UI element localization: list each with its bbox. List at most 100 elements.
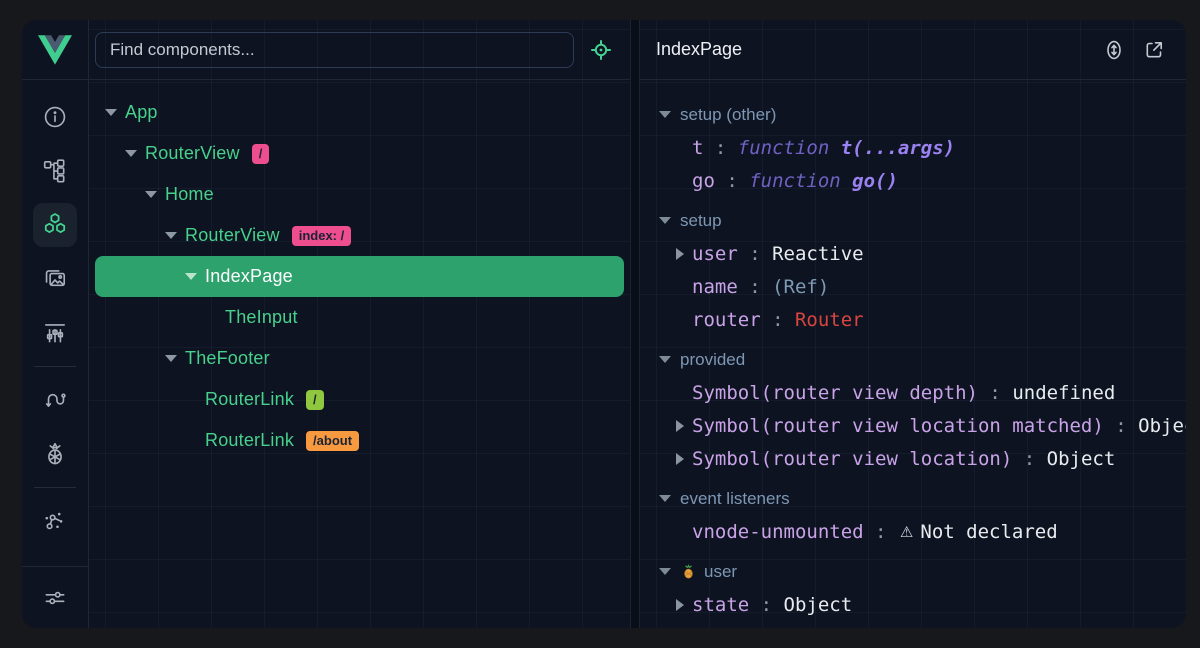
tree-row[interactable]: RouterView index: /: [89, 215, 630, 256]
state-value: Reactive: [772, 243, 864, 265]
timeline-mixer-icon[interactable]: [33, 311, 77, 355]
devtools-card: App RouterView / Home RouterView index: …: [22, 20, 1186, 628]
state-section-header[interactable]: setup (other): [640, 98, 1186, 131]
tree-row[interactable]: TheFooter: [89, 338, 630, 379]
state-value: function go(): [749, 170, 898, 192]
colon-separator: :: [1012, 448, 1046, 470]
vue-logo[interactable]: [22, 20, 88, 80]
colon-separator: :: [703, 137, 737, 159]
state-section-header[interactable]: provided: [640, 343, 1186, 376]
component-tree-panel: App RouterView / Home RouterView index: …: [89, 20, 631, 628]
colon-separator: :: [864, 521, 898, 543]
state-row[interactable]: name : (Ref): [640, 270, 1186, 303]
inspector-panel: IndexPage setup (other) t : function t(.…: [639, 20, 1186, 628]
graph-nodes-icon[interactable]: [33, 499, 77, 543]
state-section-header[interactable]: user: [640, 555, 1186, 588]
search-input[interactable]: [95, 32, 574, 68]
expand-toggle-icon[interactable]: [185, 435, 197, 447]
tree-row[interactable]: RouterLink /: [89, 379, 630, 420]
panel-splitter[interactable]: [631, 20, 639, 628]
info-icon[interactable]: [33, 95, 77, 139]
tree-row[interactable]: IndexPage: [95, 256, 624, 297]
state-row[interactable]: user : Reactive: [640, 237, 1186, 270]
settings-sliders-icon[interactable]: [22, 566, 88, 628]
inspector-header: IndexPage: [640, 20, 1186, 80]
chevron-down-icon: [659, 568, 671, 575]
colon-separator: :: [715, 170, 749, 192]
colon-separator: :: [738, 276, 772, 298]
state-key: Symbol(router view depth): [692, 382, 978, 404]
state-value: undefined: [1012, 382, 1115, 404]
tree-toolbar: [89, 20, 630, 80]
colon-separator: :: [978, 382, 1012, 404]
section-label: setup (other): [680, 105, 776, 125]
pinia-pineapple-icon[interactable]: [33, 432, 77, 476]
chevron-right-icon: [676, 420, 684, 432]
section-label: setup: [680, 211, 722, 231]
state-key: t: [692, 137, 703, 159]
expand-toggle-icon[interactable]: [205, 312, 217, 324]
state-row[interactable]: Symbol(router view depth) : undefined: [640, 376, 1186, 409]
component-tree: App RouterView / Home RouterView index: …: [89, 80, 630, 628]
chevron-down-icon: [659, 356, 671, 363]
component-name: TheFooter: [185, 348, 270, 369]
state-value: Not declared: [920, 521, 1057, 543]
component-name: TheInput: [225, 307, 298, 328]
chevron-right-icon: [676, 248, 684, 260]
chevron-right-icon: [676, 453, 684, 465]
tree-row[interactable]: Home: [89, 174, 630, 215]
tree-row[interactable]: TheInput: [89, 297, 630, 338]
colon-separator: :: [761, 309, 795, 331]
route-badge: /: [306, 390, 324, 410]
route-badge: /: [252, 144, 270, 164]
section-label: event listeners: [680, 489, 790, 509]
components-hexagons-icon[interactable]: [33, 203, 77, 247]
state-key: Symbol(router view location): [692, 448, 1012, 470]
state-row[interactable]: vnode-unmounted : ⚠ Not declared: [640, 515, 1186, 548]
expand-toggle-icon[interactable]: [125, 148, 137, 160]
route-badge: /about: [306, 431, 359, 451]
pineapple-icon: [680, 563, 697, 580]
state-key: router: [692, 309, 761, 331]
state-value: Object: [806, 627, 875, 629]
expand-toggle-icon[interactable]: [165, 353, 177, 365]
state-section-header[interactable]: event listeners: [640, 482, 1186, 515]
expand-toggle-icon[interactable]: [185, 394, 197, 406]
state-key: state: [692, 594, 749, 616]
component-name: RouterLink: [205, 389, 294, 410]
expand-toggle-icon[interactable]: [145, 189, 157, 201]
state-list: setup (other) t : function t(...args) go…: [640, 80, 1186, 628]
assets-images-icon[interactable]: [33, 257, 77, 301]
open-in-editor-icon[interactable]: [1142, 38, 1166, 62]
sidebar-divider: [34, 487, 76, 488]
state-row[interactable]: router : Router: [640, 303, 1186, 336]
warning-icon: ⚠: [900, 523, 913, 541]
chevron-right-icon: [676, 599, 684, 611]
tree-row[interactable]: RouterLink /about: [89, 420, 630, 461]
state-row[interactable]: t : function t(...args): [640, 131, 1186, 164]
state-row[interactable]: Symbol(router view location) : Object: [640, 442, 1186, 475]
component-name: App: [125, 102, 158, 123]
section-label: user: [704, 562, 737, 582]
expand-toggle-icon[interactable]: [105, 107, 117, 119]
state-section-header[interactable]: setup: [640, 204, 1186, 237]
component-name: RouterView: [185, 225, 280, 246]
state-row[interactable]: getters : Object: [640, 621, 1186, 628]
state-row[interactable]: Symbol(router view location matched) : O…: [640, 409, 1186, 442]
router-hook-icon[interactable]: [33, 378, 77, 422]
state-key: vnode-unmounted: [692, 521, 864, 543]
expand-toggle-icon[interactable]: [165, 230, 177, 242]
expand-toggle-icon[interactable]: [185, 271, 197, 283]
section-label: provided: [680, 350, 745, 370]
tree-structure-icon[interactable]: [33, 149, 77, 193]
state-row[interactable]: go : function go(): [640, 164, 1186, 197]
chevron-down-icon: [659, 495, 671, 502]
route-badge: index: /: [292, 226, 352, 246]
component-name: RouterLink: [205, 430, 294, 451]
tree-row[interactable]: RouterView /: [89, 133, 630, 174]
target-crosshair-icon[interactable]: [588, 37, 614, 63]
sidebar-divider: [34, 366, 76, 367]
state-row[interactable]: state : Object: [640, 588, 1186, 621]
tree-row[interactable]: App: [89, 92, 630, 133]
scroll-to-component-icon[interactable]: [1102, 38, 1126, 62]
